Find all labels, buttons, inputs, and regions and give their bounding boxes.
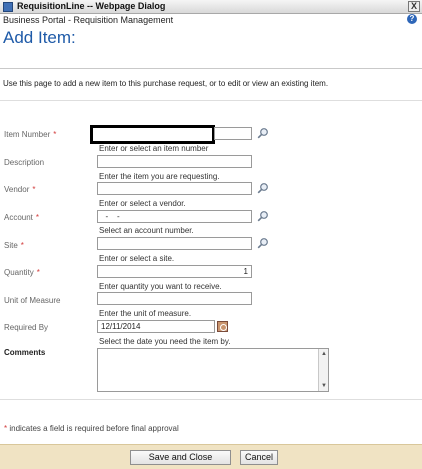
site-label: Site * [4, 241, 24, 250]
account-label-text: Account [4, 213, 33, 222]
vendor-label-text: Vendor [4, 185, 30, 194]
required-footnote-text: indicates a field is required before fin… [7, 424, 179, 433]
description-label: Description [4, 158, 44, 167]
description-hint: Enter the item you are requesting. [99, 172, 220, 181]
item-number-label: Item Number * [4, 130, 56, 139]
required-marker: * [35, 213, 40, 222]
save-and-close-button[interactable]: Save and Close [130, 450, 231, 465]
close-button[interactable]: X [408, 1, 420, 12]
item-number-input[interactable] [90, 125, 215, 144]
search-icon[interactable] [257, 237, 269, 249]
account-label: Account * [4, 213, 39, 222]
comments-label-text: Comments [4, 348, 46, 357]
search-icon[interactable] [257, 210, 269, 222]
account-input[interactable] [97, 210, 252, 223]
search-icon[interactable] [257, 182, 269, 194]
required-by-label-text: Required By [4, 323, 49, 332]
required-marker: * [36, 268, 40, 277]
footer-divider [0, 399, 422, 400]
required-marker: * [53, 130, 57, 139]
quantity-hint: Enter quantity you want to receive. [99, 282, 222, 291]
intro-text: Use this page to add a new item to this … [3, 79, 329, 88]
vendor-label: Vendor * [4, 185, 35, 194]
required-marker: * [20, 241, 24, 250]
cancel-button[interactable]: Cancel [240, 450, 278, 465]
description-label-text: Description [4, 158, 45, 167]
site-hint: Enter or select a site. [99, 254, 175, 263]
required-by-hint: Select the date you need the item by. [99, 337, 231, 346]
calendar-icon[interactable] [217, 321, 228, 332]
required-by-input[interactable] [97, 320, 215, 333]
page-title: Add Item: [3, 28, 76, 47]
unit-of-measure-label-text: Unit of Measure [4, 296, 61, 305]
site-label-text: Site [4, 241, 18, 250]
description-input[interactable] [97, 155, 252, 168]
quantity-label: Quantity * [4, 268, 40, 277]
button-bar: Save and Close Cancel [0, 444, 422, 469]
breadcrumb: Business Portal - Requisition Management [3, 15, 174, 25]
comments-label: Comments [4, 348, 45, 357]
app-icon [3, 2, 13, 12]
comments-scrollbar[interactable]: ▲ ▼ [318, 349, 328, 391]
item-number-label-text: Item Number [4, 130, 51, 139]
section-divider [0, 100, 422, 101]
quantity-input[interactable] [97, 265, 252, 278]
header-divider [0, 68, 422, 69]
scroll-down-icon[interactable]: ▼ [320, 382, 328, 390]
search-icon[interactable] [257, 127, 269, 139]
site-input[interactable] [97, 237, 252, 250]
help-icon[interactable]: ? [407, 14, 417, 24]
scroll-up-icon[interactable]: ▲ [320, 350, 328, 358]
window-titlebar: RequisitionLine -- Webpage Dialog X [0, 0, 422, 14]
unit-of-measure-label: Unit of Measure [4, 296, 60, 305]
required-footnote: * indicates a field is required before f… [4, 424, 179, 433]
item-number-hint: Enter or select an item number [99, 144, 209, 153]
window-title: RequisitionLine -- Webpage Dialog [17, 1, 166, 11]
quantity-label-text: Quantity [4, 268, 34, 277]
account-hint: Select an account number. [99, 226, 194, 235]
item-number-input-tail [214, 127, 252, 140]
vendor-input[interactable] [97, 182, 252, 195]
vendor-hint: Enter or select a vendor. [99, 199, 186, 208]
unit-of-measure-input[interactable] [97, 292, 252, 305]
unit-of-measure-hint: Enter the unit of measure. [99, 309, 192, 318]
required-by-label: Required By [4, 323, 48, 332]
required-marker: * [32, 185, 36, 194]
comments-textarea[interactable]: ▲ ▼ [97, 348, 329, 392]
